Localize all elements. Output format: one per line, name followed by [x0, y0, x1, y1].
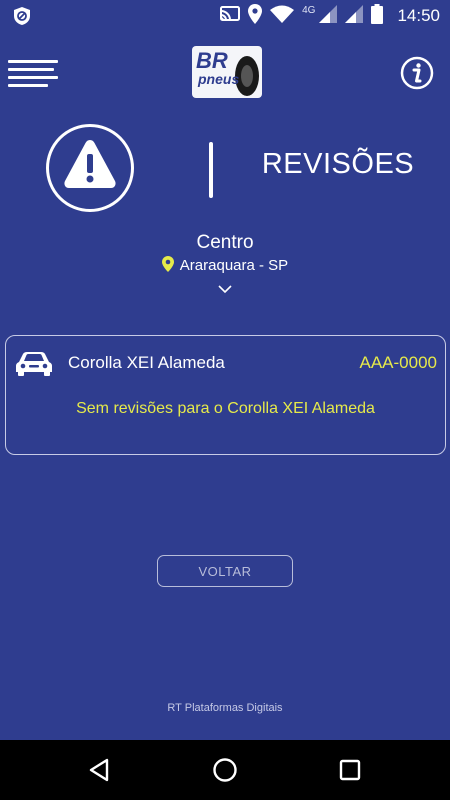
- battery-icon: [371, 3, 384, 29]
- cast-icon: [220, 5, 241, 28]
- network-type-label: 4G: [302, 4, 316, 16]
- menu-icon: [8, 60, 58, 63]
- warning-icon: [64, 140, 116, 188]
- recents-square-icon[interactable]: [336, 756, 364, 784]
- info-button[interactable]: [400, 56, 434, 90]
- chevron-down-icon: [218, 285, 232, 294]
- signal-icon-2: [345, 4, 364, 28]
- back-triangle-icon[interactable]: [86, 756, 114, 784]
- store-location: Araraquara - SP: [0, 256, 450, 276]
- back-button[interactable]: VOLTAR: [157, 555, 293, 587]
- menu-button[interactable]: [8, 60, 60, 88]
- footer-credit: RT Plataformas Digitais: [167, 702, 283, 714]
- map-pin-icon: [161, 256, 174, 276]
- status-clock: 14:50: [397, 6, 440, 25]
- info-icon: [400, 56, 434, 90]
- vehicle-name: Corolla XEI Alameda: [68, 353, 225, 372]
- warning-badge: [46, 124, 134, 212]
- store-city: Araraquara - SP: [179, 256, 289, 274]
- car-icon: [16, 350, 52, 381]
- vehicle-plate: AAA-0000: [359, 353, 438, 372]
- svg-text:pneus: pneus: [197, 71, 239, 87]
- vehicle-card[interactable]: Corolla XEI Alameda AAA-0000 Sem revisõe…: [5, 335, 446, 455]
- status-bar: 4G 14:50: [0, 0, 450, 32]
- location-icon: [248, 3, 263, 29]
- page-title: REVISÕES: [261, 148, 415, 180]
- svg-text:BR: BR: [196, 48, 228, 73]
- store-name: Centro: [196, 232, 254, 253]
- empty-revisions-message: Sem revisões para o Corolla XEI Alameda: [76, 400, 375, 417]
- location-expand-button[interactable]: [216, 282, 234, 300]
- wifi-icon: [270, 5, 295, 28]
- vpn-icon: [12, 6, 32, 31]
- home-circle-icon[interactable]: [211, 756, 239, 784]
- title-divider: [209, 142, 213, 198]
- system-navigation-bar: [0, 740, 450, 800]
- brand-logo: BR pneus: [190, 44, 264, 100]
- signal-icon: [319, 4, 338, 28]
